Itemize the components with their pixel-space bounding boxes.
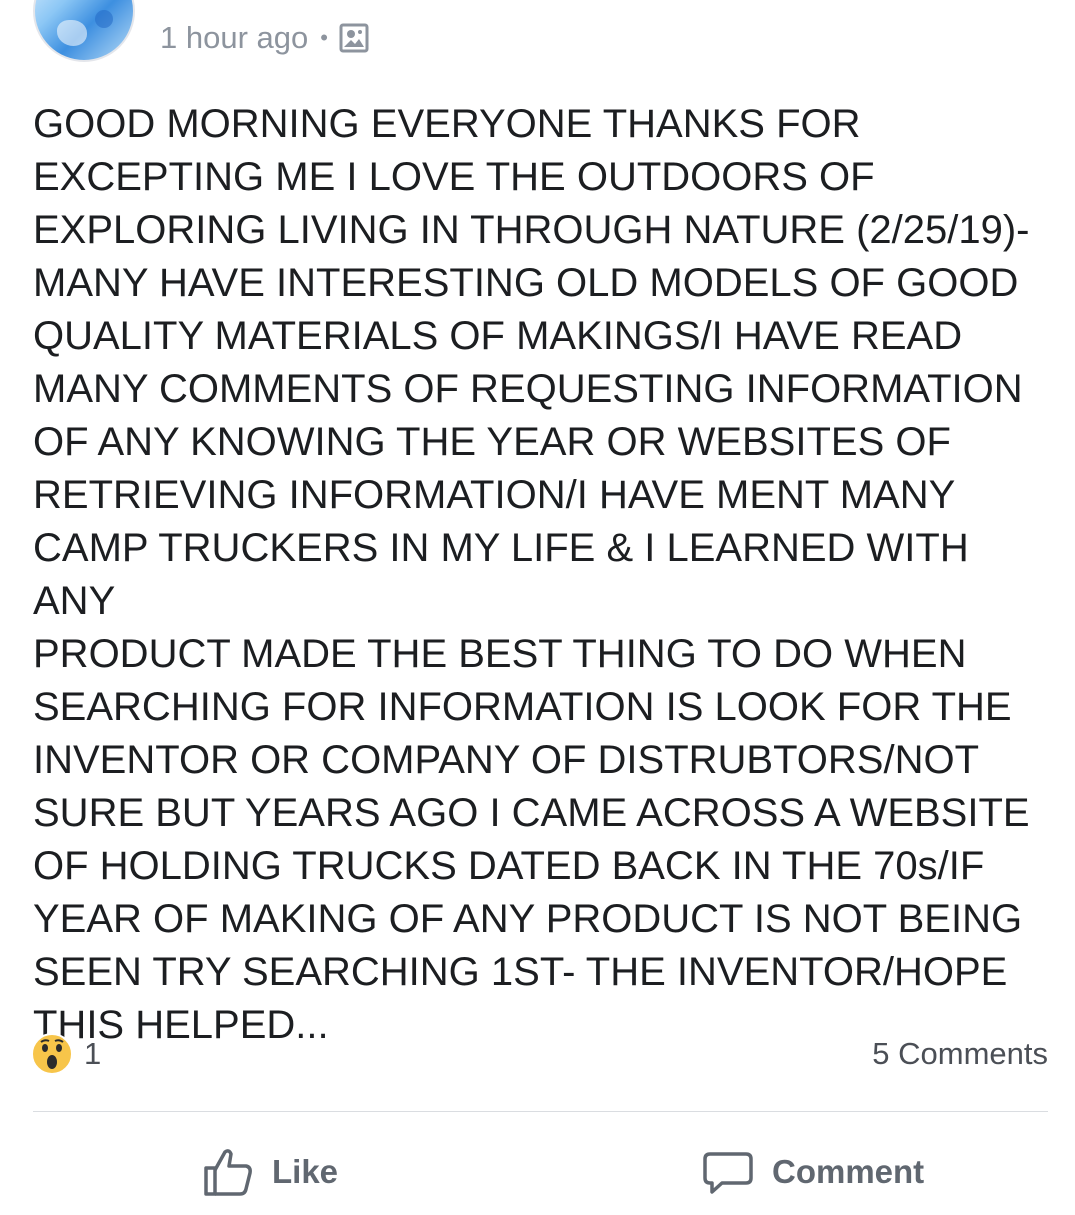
wow-reaction-icon [31, 1033, 73, 1075]
author-avatar[interactable] [33, 0, 135, 62]
reaction-summary[interactable]: 1 [30, 1032, 101, 1076]
post-action-bar: Like Comment [0, 1140, 1075, 1204]
post-timestamp[interactable]: 1 hour ago [160, 20, 308, 56]
comments-count-link[interactable]: 5 Comments [872, 1036, 1048, 1072]
reaction-count: 1 [84, 1036, 102, 1071]
comment-bubble-icon [703, 1152, 753, 1194]
avatar-decoration [95, 10, 113, 28]
post-body-text: GOOD MORNING EVERYONE THANKS FOR EXCEPTI… [33, 102, 1030, 1047]
post-meta: 1 hour ago • [160, 18, 370, 58]
photo-album-icon [339, 23, 369, 53]
avatar-decoration [57, 20, 87, 46]
thumbs-up-icon [204, 1149, 252, 1196]
post-stats: 1 5 Comments [30, 1030, 1048, 1078]
like-button[interactable]: Like [200, 1140, 338, 1204]
author-name-cropped[interactable] [160, 0, 680, 4]
comment-label: Comment [772, 1153, 925, 1190]
comment-button[interactable]: Comment [700, 1140, 924, 1204]
actions-divider [33, 1111, 1048, 1112]
meta-separator: • [320, 25, 328, 50]
like-label: Like [272, 1153, 339, 1190]
